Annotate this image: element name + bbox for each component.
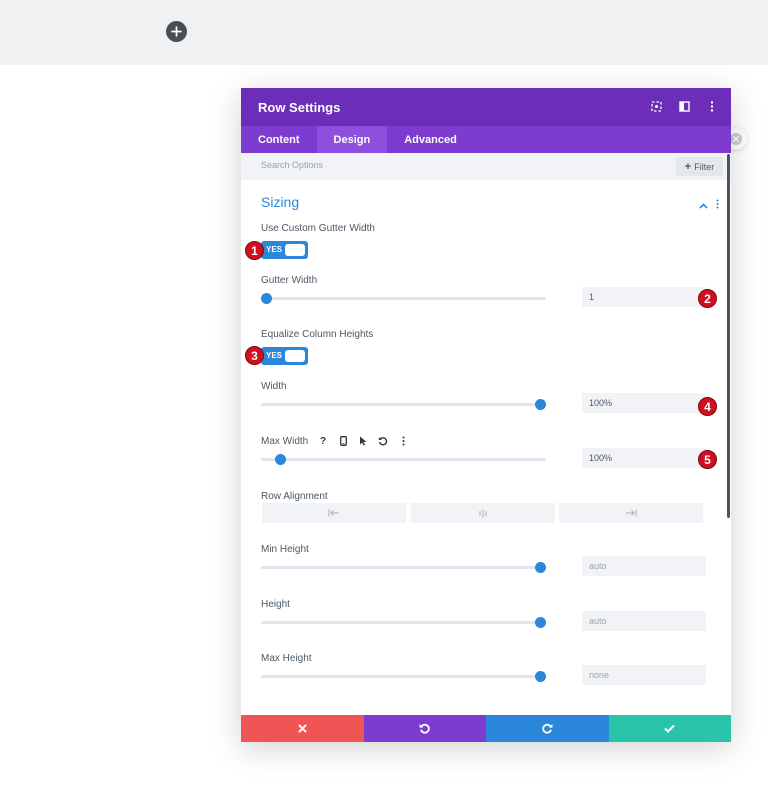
add-section-button[interactable]: [166, 21, 187, 42]
min-height-slider[interactable]: [261, 562, 546, 573]
more-vertical-icon[interactable]: [716, 196, 719, 214]
slider-thumb[interactable]: [535, 617, 546, 628]
expand-icon[interactable]: [649, 99, 663, 113]
slider-thumb[interactable]: [261, 293, 272, 304]
center-align-icon: [479, 509, 487, 517]
slider-thumb[interactable]: [535, 671, 546, 682]
gutter-width-slider[interactable]: [261, 293, 546, 304]
max-width-input[interactable]: 100%: [582, 448, 706, 468]
sidebar-icon[interactable]: [677, 99, 691, 113]
toggle-knob: [285, 244, 305, 256]
tab-design[interactable]: Design: [316, 126, 388, 153]
redo-icon: [542, 723, 553, 734]
close-icon: [730, 133, 742, 145]
row-alignment-options: [262, 503, 707, 523]
slider-thumb[interactable]: [274, 454, 286, 465]
tab-content[interactable]: Content: [241, 126, 317, 153]
slider-thumb[interactable]: [535, 562, 546, 573]
settings-content: Sizing Use Custom Gutter Width YES Gutte…: [241, 180, 731, 715]
toggle-yes-label: YES: [266, 351, 283, 360]
gutter-width-label: Gutter Width: [261, 275, 318, 286]
max-width-label: Max Width: [261, 436, 309, 447]
cancel-button[interactable]: [241, 715, 364, 742]
field-tools: ?: [317, 435, 409, 447]
custom-gutter-toggle[interactable]: YES: [261, 241, 308, 259]
undo-button[interactable]: [363, 715, 486, 742]
filter-button[interactable]: + Filter: [676, 157, 723, 176]
chevron-up-icon[interactable]: [699, 196, 708, 214]
toggle-yes-label: YES: [266, 245, 283, 254]
help-icon[interactable]: ?: [317, 435, 329, 447]
undo-icon: [419, 723, 430, 734]
check-icon: [664, 724, 675, 733]
min-height-input[interactable]: auto: [582, 556, 706, 576]
redo-button[interactable]: [486, 715, 609, 742]
width-label: Width: [261, 381, 287, 392]
reset-icon[interactable]: [377, 435, 389, 447]
max-height-slider[interactable]: [261, 671, 546, 682]
max-height-input[interactable]: none: [582, 665, 706, 685]
height-label: Height: [261, 599, 290, 610]
section-title[interactable]: Sizing: [261, 194, 299, 210]
row-alignment-label: Row Alignment: [261, 491, 328, 502]
slider-thumb[interactable]: [535, 399, 546, 410]
gutter-width-input[interactable]: 1: [582, 287, 706, 307]
search-bar: Search Options + Filter: [241, 153, 731, 180]
center-align-button[interactable]: [411, 503, 555, 523]
more-vertical-icon[interactable]: [705, 99, 719, 113]
annotation-badge-5: 5: [698, 450, 717, 469]
width-input[interactable]: 100%: [582, 393, 706, 413]
save-button[interactable]: [608, 715, 731, 742]
width-slider[interactable]: [261, 399, 546, 410]
filter-label: Filter: [694, 161, 715, 172]
max-width-slider[interactable]: [261, 454, 546, 465]
height-slider[interactable]: [261, 617, 546, 628]
plus-icon: +: [684, 160, 692, 173]
annotation-badge-1: 1: [245, 241, 264, 260]
min-height-label: Min Height: [261, 544, 309, 555]
max-height-label: Max Height: [261, 653, 312, 664]
annotation-badge-2: 2: [698, 289, 717, 308]
annotation-badge-3: 3: [245, 346, 264, 365]
modal-header: Row Settings: [241, 88, 731, 126]
close-icon: [298, 724, 307, 733]
toggle-knob: [285, 350, 305, 362]
phone-icon[interactable]: [337, 435, 349, 447]
equalize-heights-label: Equalize Column Heights: [261, 329, 374, 340]
modal-footer: [241, 715, 731, 742]
custom-gutter-label: Use Custom Gutter Width: [261, 223, 375, 234]
height-input[interactable]: auto: [582, 611, 706, 631]
left-align-icon: [328, 509, 339, 517]
right-align-button[interactable]: [559, 503, 703, 523]
plus-icon: [171, 26, 182, 37]
more-vertical-icon[interactable]: [397, 435, 409, 447]
annotation-badge-4: 4: [698, 397, 717, 416]
left-align-button[interactable]: [262, 503, 406, 523]
page-top-band: [0, 0, 768, 65]
tab-advanced[interactable]: Advanced: [387, 126, 474, 153]
modal-title: Row Settings: [258, 99, 341, 115]
tab-bar: Content Design Advanced: [241, 126, 731, 153]
right-align-icon: [626, 509, 637, 517]
row-settings-modal: Row Settings Content Design Advanced Sea…: [241, 88, 731, 742]
cursor-icon[interactable]: [357, 435, 369, 447]
search-input[interactable]: Search Options: [261, 160, 323, 170]
equalize-heights-toggle[interactable]: YES: [261, 347, 308, 365]
